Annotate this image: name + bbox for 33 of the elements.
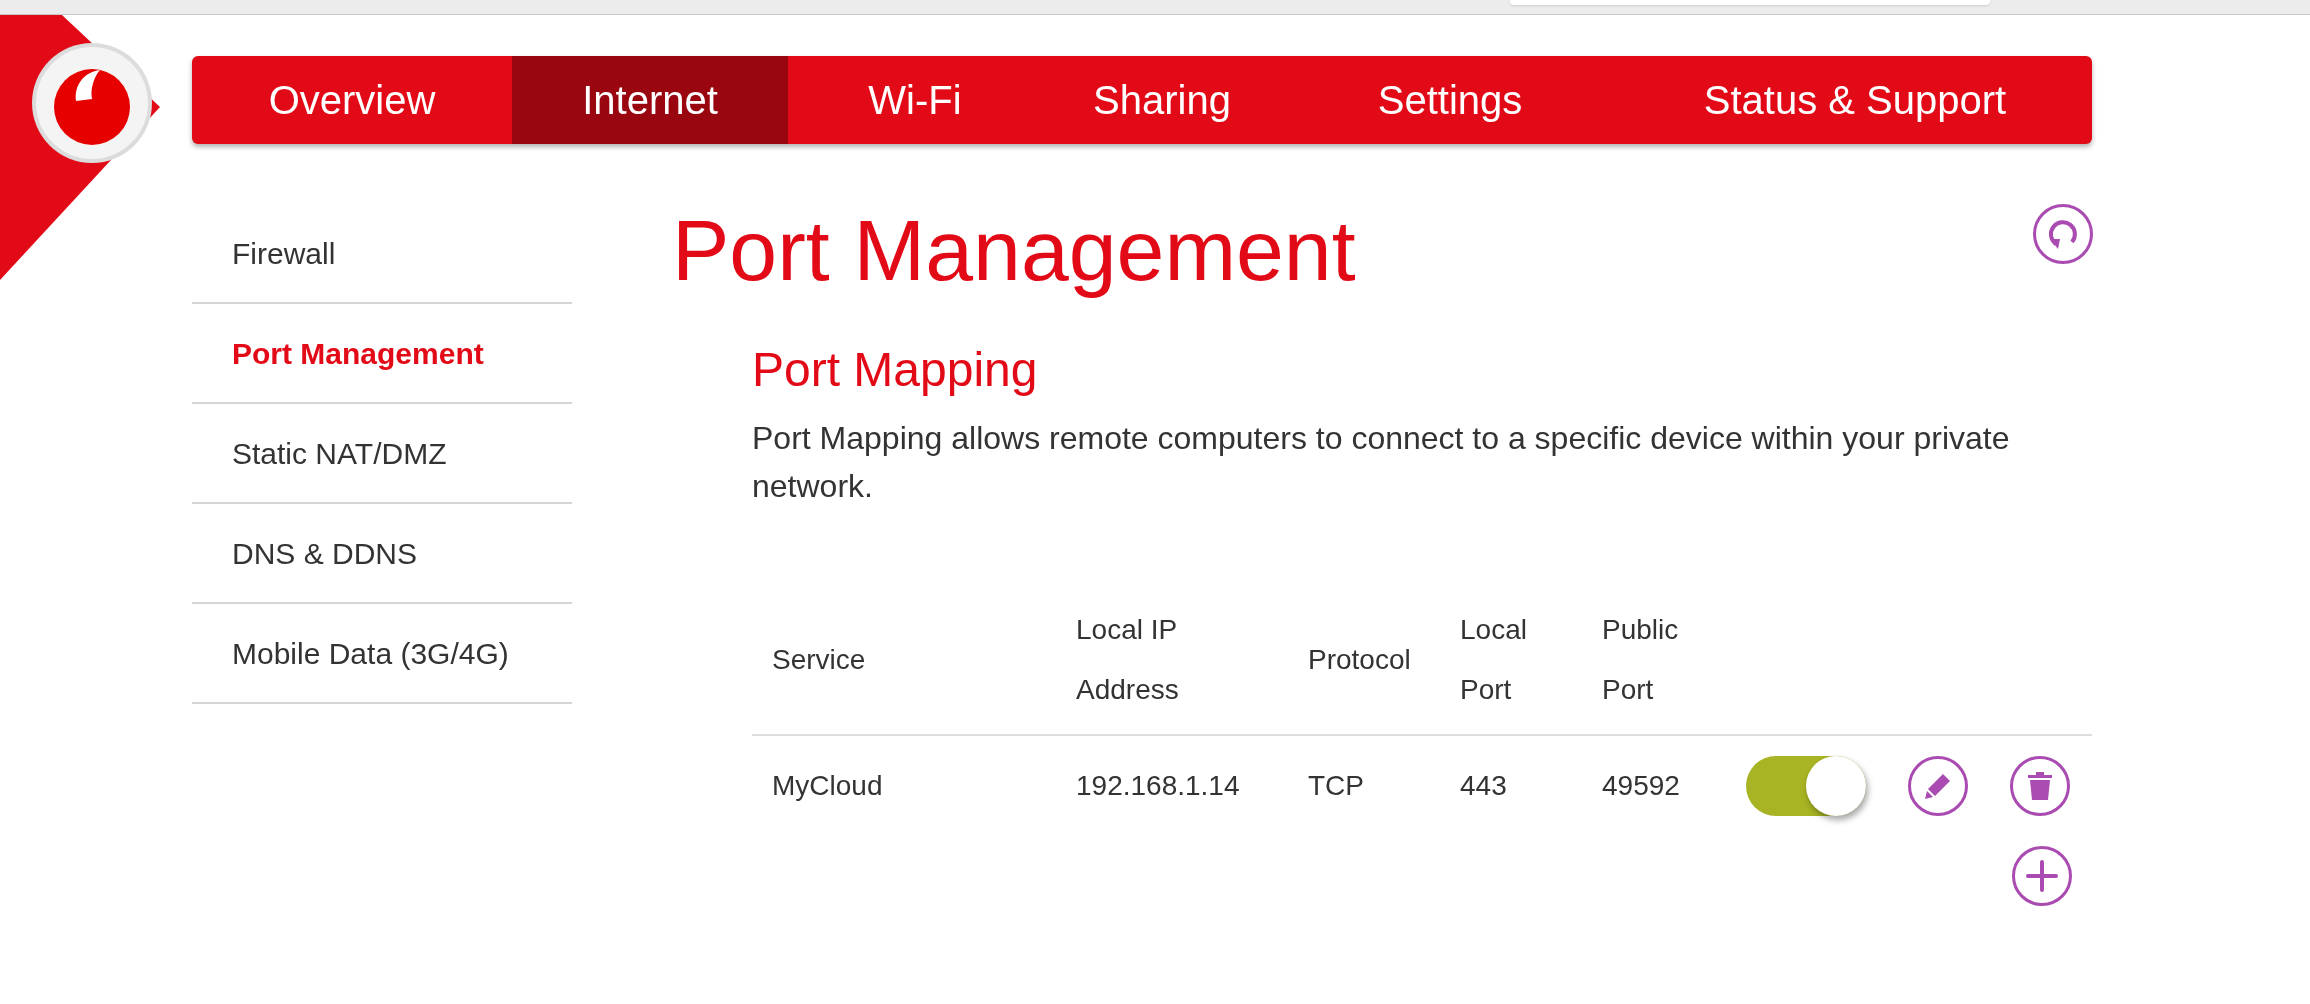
nav-tab[interactable]: Wi-Fi xyxy=(788,56,1042,144)
sidebar-item[interactable]: Mobile Data (3G/4G) xyxy=(192,604,572,704)
nav-tab[interactable]: Sharing xyxy=(1042,56,1282,144)
add-button[interactable] xyxy=(2012,846,2072,906)
trash-icon xyxy=(2027,771,2053,801)
section-title: Port Mapping xyxy=(752,342,1039,398)
delete-button[interactable] xyxy=(2010,756,2070,816)
sidebar-item[interactable]: Firewall xyxy=(192,204,572,304)
refresh-button[interactable] xyxy=(2033,204,2093,264)
column-header: Protocol xyxy=(1308,643,1412,677)
column-header: Local Port xyxy=(1460,613,1528,707)
column-header: Local IP Address xyxy=(1076,613,1180,707)
page-title: Port Management xyxy=(672,201,1356,300)
column-header: Service xyxy=(772,643,867,677)
column-header: Public Port xyxy=(1602,613,1680,707)
toggle-switch[interactable] xyxy=(1746,756,1866,816)
plus-icon xyxy=(2026,860,2058,892)
sidebar-item[interactable]: Static NAT/DMZ xyxy=(192,404,572,504)
sidebar-item[interactable]: Port Management xyxy=(192,304,572,404)
pencil-icon xyxy=(1923,771,1953,801)
nav-tab[interactable]: Settings xyxy=(1282,56,1618,144)
table-cell-text: TCP xyxy=(1308,769,1365,803)
table-cell-text: 49592 xyxy=(1602,769,1681,803)
table-cell-text: MyCloud xyxy=(772,769,884,803)
table-cell-text: 192.168.1.14 xyxy=(1076,769,1241,803)
nav-tab[interactable]: Overview xyxy=(192,56,512,144)
table-cell-text: 443 xyxy=(1460,769,1508,803)
nav-tab[interactable]: Status & Support xyxy=(1618,56,2092,144)
nav-tab[interactable]: Internet xyxy=(512,56,788,144)
sidebar-item[interactable]: DNS & DDNS xyxy=(192,504,572,604)
refresh-icon xyxy=(2046,217,2080,251)
section-description: Port Mapping allows remote computers to connect to a specific device within your private network. xyxy=(752,419,2011,506)
edit-button[interactable] xyxy=(1908,756,1968,816)
